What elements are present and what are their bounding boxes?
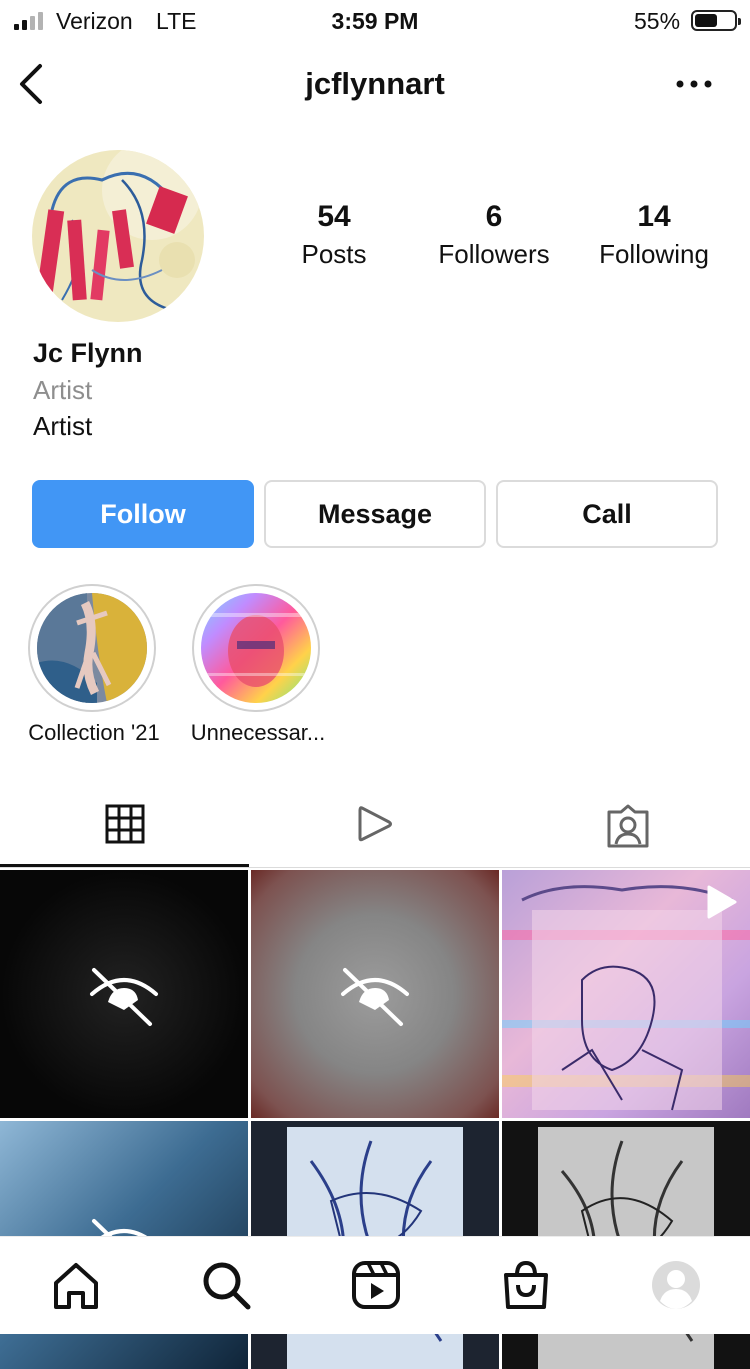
profile-category: Artist: [33, 375, 93, 405]
more-options-icon[interactable]: [672, 74, 716, 94]
highlight-ring: [192, 584, 320, 712]
post-thumbnail[interactable]: [251, 870, 499, 1118]
highlight-cover: [37, 593, 147, 703]
highlight-cover: [201, 593, 311, 703]
eye-slash-icon: [341, 968, 409, 1026]
search-icon[interactable]: [198, 1257, 254, 1313]
call-button[interactable]: Call: [496, 480, 718, 548]
stat-posts[interactable]: 54 Posts: [254, 198, 414, 272]
reels-play-icon: [358, 806, 392, 842]
profile-icon[interactable]: [648, 1257, 704, 1313]
network-label: LTE: [156, 8, 197, 34]
highlight-label: Collection '21: [28, 720, 160, 745]
highlight-ring: [28, 584, 156, 712]
stat-following[interactable]: 14 Following: [574, 198, 734, 272]
posts-label: Posts: [301, 239, 367, 269]
username-title: jcflynnart: [305, 66, 445, 101]
tab-grid[interactable]: [0, 786, 250, 868]
play-icon: [707, 885, 737, 919]
post-thumbnail[interactable]: [0, 870, 248, 1118]
battery-icon: [691, 10, 741, 31]
profile-tabs: [0, 786, 750, 868]
signal-icon: [14, 12, 43, 30]
profile-name: Jc Flynn: [33, 338, 143, 368]
tab-reels[interactable]: [250, 786, 500, 868]
status-bar: Verizon LTE 3:59 PM 55%: [0, 0, 750, 42]
stat-followers[interactable]: 6 Followers: [414, 198, 574, 272]
avatar-artwork: [32, 150, 204, 322]
profile-avatar[interactable]: [32, 150, 204, 322]
followers-label: Followers: [438, 239, 550, 269]
profile-bio: Artist: [33, 411, 93, 441]
follow-button[interactable]: Follow: [32, 480, 254, 548]
reels-icon[interactable]: [348, 1257, 404, 1313]
followers-count: 6: [485, 200, 503, 233]
active-tab-indicator: [0, 864, 249, 867]
highlight-label: Unnecessar...: [190, 720, 326, 745]
home-icon[interactable]: [48, 1257, 104, 1313]
carrier-label: Verizon: [56, 8, 133, 34]
eye-slash-icon: [90, 968, 158, 1026]
tab-tagged[interactable]: [500, 786, 750, 868]
posts-count: 54: [317, 200, 351, 233]
message-button[interactable]: Message: [264, 480, 486, 548]
following-label: Following: [599, 239, 709, 269]
bottom-tab-bar: [0, 1236, 750, 1334]
back-chevron-icon[interactable]: [14, 62, 54, 106]
post-thumbnail[interactable]: [502, 870, 750, 1118]
battery-percent: 55%: [634, 8, 681, 34]
shop-icon[interactable]: [498, 1257, 554, 1313]
tagged-person-icon: [607, 804, 649, 848]
nav-header: jcflynnart: [0, 46, 750, 122]
grid-icon: [105, 804, 145, 844]
following-count: 14: [637, 200, 671, 233]
